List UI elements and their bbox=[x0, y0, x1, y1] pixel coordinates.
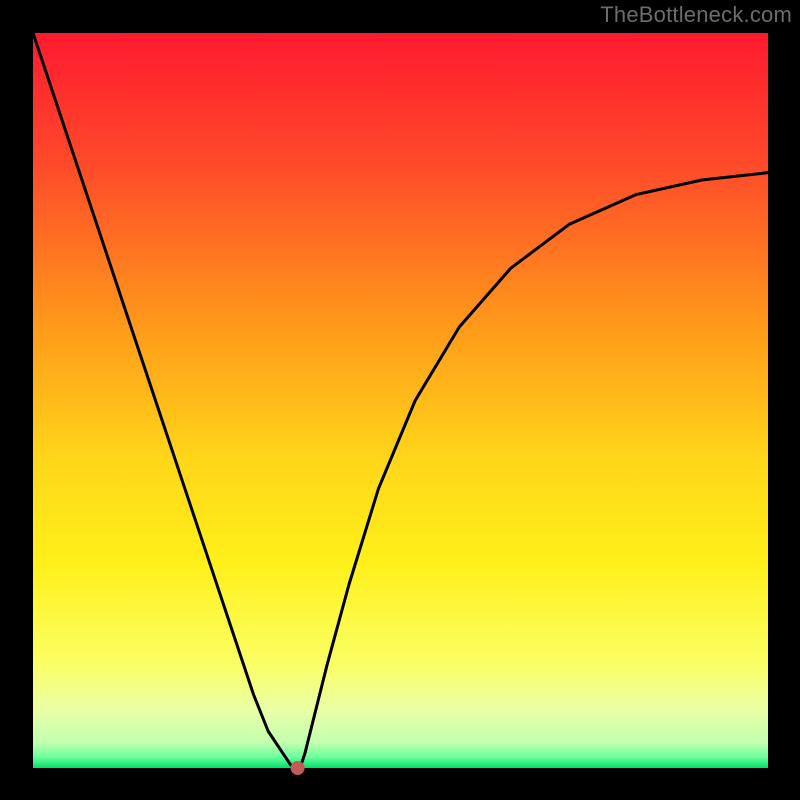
plot-background bbox=[33, 33, 768, 768]
chart-container: TheBottleneck.com bbox=[0, 0, 800, 800]
bottleneck-chart bbox=[0, 0, 800, 800]
watermark-text: TheBottleneck.com bbox=[600, 2, 792, 28]
optimal-point-marker bbox=[291, 761, 305, 775]
